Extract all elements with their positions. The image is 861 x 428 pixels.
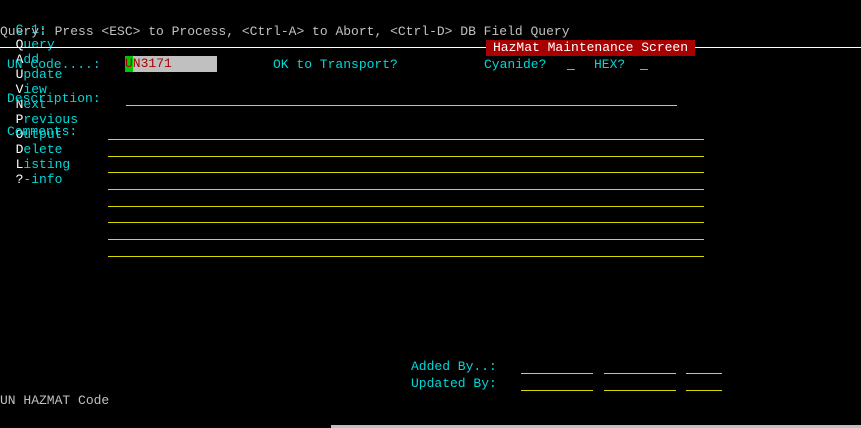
- text-cursor: U: [125, 56, 133, 72]
- comments-line-7[interactable]: [108, 239, 704, 240]
- added-by-date-field[interactable]: [604, 373, 676, 374]
- ok-transport-label: OK to Transport?: [273, 57, 398, 72]
- updated-by-date-field[interactable]: [604, 390, 676, 391]
- menu-item-info[interactable]: ?-info: [16, 172, 63, 187]
- updated-by-time-field[interactable]: [686, 390, 722, 391]
- comments-label: Comments:: [7, 124, 78, 139]
- menu-item-query[interactable]: Query: [16, 37, 55, 52]
- title-divider: [0, 47, 861, 48]
- un-code-input[interactable]: UN3171: [125, 56, 217, 72]
- hex-label: HEX?: [594, 57, 626, 72]
- description-input[interactable]: [126, 105, 677, 106]
- cyanide-field[interactable]: _: [567, 57, 575, 72]
- comments-line-6[interactable]: [108, 222, 704, 223]
- hex-field[interactable]: _: [640, 57, 648, 72]
- comments-line-1[interactable]: [108, 139, 704, 140]
- comments-line-2[interactable]: [108, 156, 704, 157]
- menu-item-listing[interactable]: Listing: [16, 157, 71, 172]
- un-code-label: UN Code....:: [7, 57, 101, 72]
- cyanide-label: Cyanide?: [484, 57, 547, 72]
- added-by-time-field[interactable]: [686, 373, 722, 374]
- screen-title: HazMat Maintenance Screen: [486, 40, 696, 56]
- updated-by-label: Updated By:: [411, 376, 497, 391]
- added-by-user-field[interactable]: [521, 373, 593, 374]
- query-hint: Query: Press <ESC> to Process, <Ctrl-A> …: [0, 24, 570, 39]
- status-line: UN HAZMAT Code: [0, 393, 110, 408]
- comments-line-5[interactable]: [108, 206, 704, 207]
- un-code-value: N3171: [132, 56, 172, 71]
- updated-by-user-field[interactable]: [521, 390, 593, 391]
- menu-item-delete[interactable]: Delete: [16, 142, 63, 157]
- description-label: Description:: [7, 91, 101, 106]
- comments-line-8[interactable]: [108, 256, 704, 257]
- comments-line-3[interactable]: [108, 172, 704, 173]
- added-by-label: Added By..:: [411, 359, 497, 374]
- comments-line-4[interactable]: [108, 189, 704, 190]
- terminal-screen: { "menu": { "prefix": "C 1:", "items": […: [0, 0, 861, 428]
